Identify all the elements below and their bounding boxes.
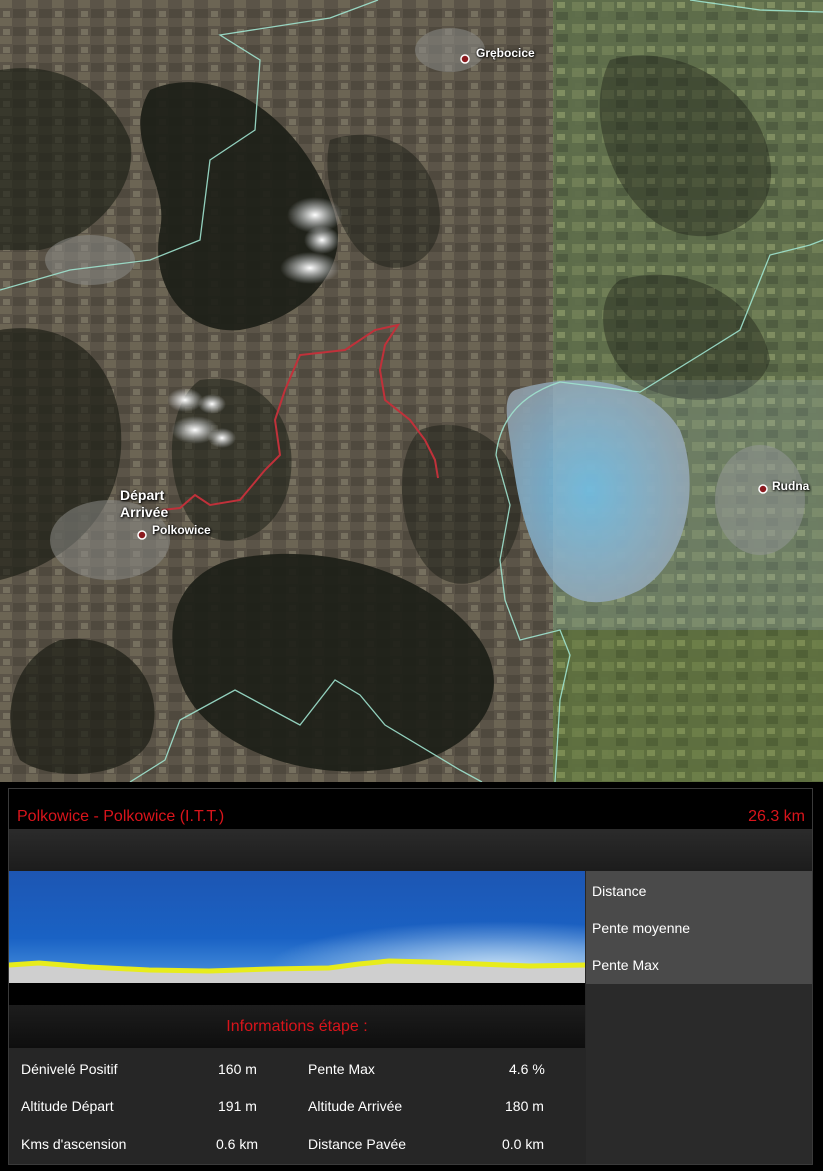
toolbar-strip [9, 829, 812, 871]
stat-value: 0.0 km [502, 1136, 545, 1152]
legend-max-slope: Pente Max [592, 957, 659, 973]
stat-value: 191 m [218, 1098, 257, 1114]
legend-average-slope: Pente moyenne [592, 920, 691, 936]
stage-title: Polkowice - Polkowice (I.T.T.) [17, 808, 225, 825]
town-marker-rudna[interactable] [758, 484, 768, 494]
stat-label: Pente Max [308, 1061, 375, 1077]
elevation-profile[interactable] [8, 871, 586, 983]
stage-distance: 26.3 km [748, 808, 805, 825]
town-marker-polkowice[interactable] [137, 530, 147, 540]
stat-label: Altitude Départ [21, 1098, 114, 1114]
stat-label: Dénivelé Positif [21, 1061, 118, 1077]
profile-footer-strip [9, 983, 585, 1005]
finish-label: Arrivée [120, 504, 169, 520]
stat-value: 160 m [218, 1061, 257, 1077]
town-label-polkowice: Polkowice [152, 523, 211, 537]
legend-distance: Distance [592, 883, 647, 899]
stage-stats-table: Dénivelé Positif 160 m Pente Max 4.6 % A… [9, 1048, 585, 1164]
town-label-rudna: Rudna [772, 479, 810, 493]
stat-value: 180 m [505, 1098, 544, 1114]
start-finish-label: Départ Arrivée [120, 487, 168, 521]
title-bar: Polkowice - Polkowice (I.T.T.) 26.3 km [9, 789, 812, 829]
stage-info-panel: Polkowice - Polkowice (I.T.T.) 26.3 km D… [0, 782, 823, 1171]
info-header: Informations étape : [9, 1005, 585, 1048]
profile-legend: Distance Pente moyenne Pente Max [586, 871, 812, 984]
stat-label: Distance Pavée [308, 1136, 407, 1152]
map-canvas [0, 0, 823, 782]
stat-label: Kms d'ascension [21, 1136, 127, 1152]
panel-frame: Polkowice - Polkowice (I.T.T.) 26.3 km D… [8, 788, 813, 1165]
stat-label: Altitude Arrivée [308, 1098, 403, 1114]
profile-canvas [8, 871, 586, 983]
stat-value: 0.6 km [216, 1136, 259, 1152]
stat-value: 4.6 % [509, 1061, 545, 1077]
town-marker-grebocice[interactable] [460, 54, 470, 64]
panel-side-fill [586, 984, 812, 1164]
satellite-map[interactable]: Grębocice Rudna Polkowice Départ Arrivée [0, 0, 823, 782]
start-label: Départ [120, 487, 165, 503]
town-label-grebocice: Grębocice [476, 46, 535, 60]
